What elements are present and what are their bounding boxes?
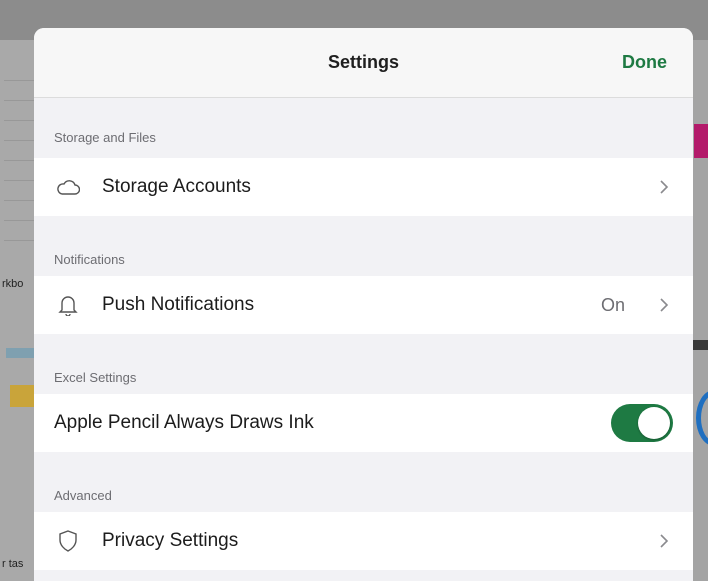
section-header-advanced: Advanced	[54, 488, 112, 503]
storage-accounts-row[interactable]: Storage Accounts	[34, 158, 693, 216]
section-header-storage: Storage and Files	[54, 130, 156, 145]
background-text: r tas	[2, 558, 24, 570]
privacy-settings-label: Privacy Settings	[102, 530, 239, 551]
chevron-right-icon	[649, 512, 679, 570]
cloud-icon	[34, 158, 102, 216]
push-notifications-label: Push Notifications	[102, 294, 255, 315]
apple-pencil-toggle[interactable]	[611, 404, 673, 442]
background-spreadsheet-right	[692, 40, 708, 581]
push-notifications-value: On	[600, 294, 625, 315]
toggle-knob	[638, 407, 670, 439]
chevron-right-icon	[649, 158, 679, 216]
section-header-notifications: Notifications	[54, 252, 125, 267]
chevron-right-icon	[649, 276, 679, 334]
settings-sheet: Settings Done Storage and Files Storage …	[34, 28, 693, 581]
push-notifications-row[interactable]: Push Notifications On	[34, 276, 693, 334]
storage-accounts-label: Storage Accounts	[102, 176, 251, 197]
apple-pencil-row: Apple Pencil Always Draws Ink	[34, 394, 693, 452]
apple-pencil-label: Apple Pencil Always Draws Ink	[54, 412, 314, 433]
shield-icon	[34, 512, 102, 570]
done-button[interactable]: Done	[622, 52, 667, 73]
section-header-excel: Excel Settings	[54, 370, 137, 385]
bell-icon	[34, 276, 102, 334]
settings-header: Settings Done	[34, 28, 693, 98]
page-title: Settings	[327, 52, 399, 72]
background-text: rkbo	[2, 278, 24, 290]
privacy-settings-row[interactable]: Privacy Settings	[34, 512, 693, 570]
